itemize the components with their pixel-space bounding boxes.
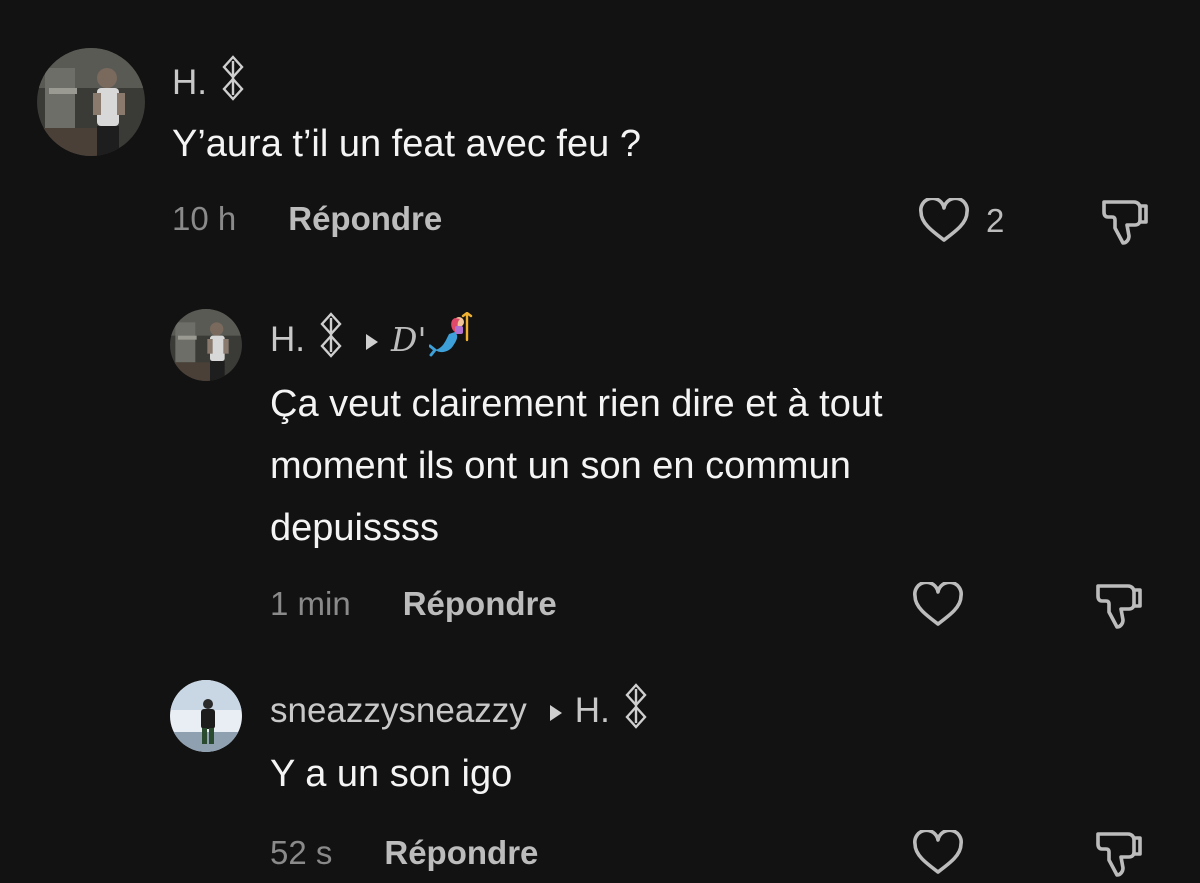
comment-text-line: moment ils ont un son en commun	[270, 445, 851, 487]
dislike-button[interactable]	[1094, 582, 1146, 630]
like-button[interactable]: 2	[918, 198, 1004, 244]
avatar[interactable]	[170, 680, 242, 752]
dislike-button[interactable]	[1100, 198, 1152, 246]
comment-text: Ça veut clairement rien dire et à tout m…	[270, 375, 883, 557]
reply-button[interactable]: Répondre	[288, 200, 442, 238]
username[interactable]: H.	[172, 63, 207, 103]
heart-icon	[913, 830, 963, 874]
comment-header: H.	[172, 55, 245, 110]
reply-arrow-icon	[549, 691, 563, 731]
comment-text-line: Y’aura t’il un feat avec feu ?	[172, 123, 641, 165]
thumbs-down-icon	[1102, 200, 1148, 245]
avatar[interactable]	[37, 48, 145, 156]
symbol-icon	[319, 312, 343, 367]
timestamp: 52 s	[270, 834, 333, 871]
avatar[interactable]	[170, 309, 242, 381]
comment-meta: 52 s Répondre	[270, 834, 538, 872]
comment-meta: 1 min Répondre	[270, 585, 557, 623]
like-button[interactable]	[912, 582, 964, 628]
like-button[interactable]	[912, 830, 964, 876]
comment-thread: H. Y’aura t’il un feat avec feu ? 10 h R…	[0, 0, 1200, 883]
comment-text-line: depuissss	[270, 507, 439, 549]
comment-header: H. D'	[270, 311, 475, 367]
avatar-photo	[170, 309, 242, 381]
avatar-photo	[170, 680, 242, 752]
username[interactable]: sneazzysneazzy	[270, 691, 527, 731]
reply-button[interactable]: Répondre	[384, 834, 538, 872]
like-count: 2	[986, 202, 1005, 239]
avatar-photo	[37, 48, 145, 156]
comment-text-line: Ça veut clairement rien dire et à tout	[270, 383, 883, 425]
comment-text: Y’aura t’il un feat avec feu ?	[172, 115, 641, 173]
reply-target[interactable]: H.	[575, 691, 610, 731]
username[interactable]: H.	[270, 320, 305, 360]
comment-text: Y a un son igo	[270, 745, 512, 803]
reply-button[interactable]: Répondre	[403, 585, 557, 623]
reply-target[interactable]: D'	[391, 320, 427, 359]
comment-meta: 10 h Répondre	[172, 200, 442, 238]
heart-icon	[919, 198, 969, 242]
symbol-icon	[624, 683, 648, 738]
dislike-button[interactable]	[1094, 830, 1146, 878]
thumbs-down-icon	[1096, 832, 1142, 877]
symbol-icon	[221, 55, 245, 110]
thumbs-down-icon	[1096, 584, 1142, 629]
reply-arrow-icon	[365, 320, 379, 360]
timestamp: 1 min	[270, 585, 351, 622]
comment-header: sneazzysneazzy H.	[270, 683, 648, 738]
comment-text-line: Y a un son igo	[270, 753, 513, 795]
heart-icon	[913, 582, 963, 626]
mermaid-icon	[428, 311, 475, 367]
timestamp: 10 h	[172, 200, 237, 237]
